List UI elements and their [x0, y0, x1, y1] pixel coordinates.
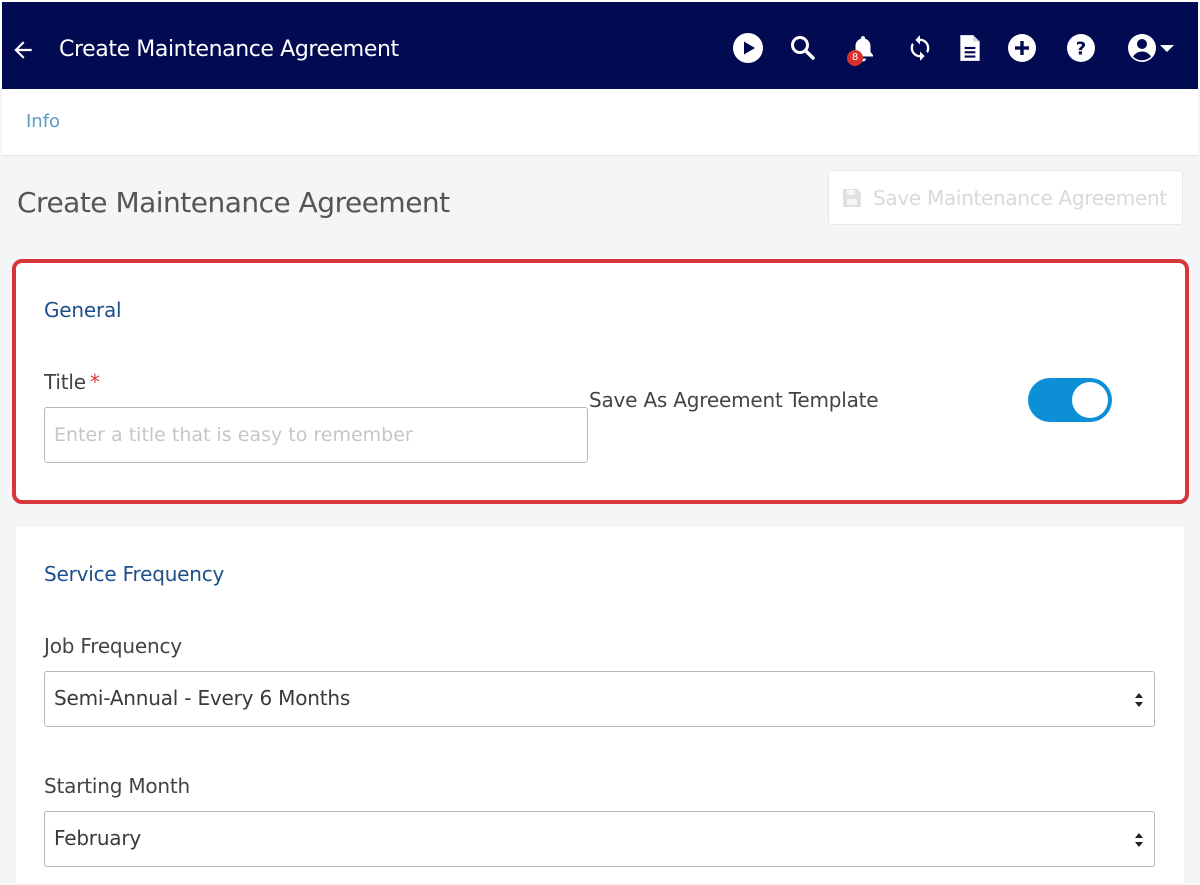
template-toggle-label: Save As Agreement Template	[589, 388, 879, 412]
save-button-label: Save Maintenance Agreement	[873, 185, 1167, 210]
service-frequency-section-title: Service Frequency	[44, 562, 225, 586]
starting-month-value: February	[54, 826, 142, 850]
document-icon[interactable]	[952, 30, 988, 66]
job-frequency-label: Job Frequency	[44, 634, 182, 658]
title-input[interactable]	[44, 407, 588, 463]
starting-month-label: Starting Month	[44, 774, 191, 798]
save-as-template-toggle[interactable]	[1028, 378, 1112, 422]
app-title: Create Maintenance Agreement	[59, 37, 399, 62]
back-arrow-icon[interactable]	[8, 35, 38, 65]
help-icon[interactable]: ?	[1063, 30, 1099, 66]
general-section-card	[12, 259, 1189, 504]
title-label-text: Title	[44, 370, 86, 394]
starting-month-select[interactable]: February	[44, 811, 1155, 867]
toggle-knob	[1072, 382, 1108, 418]
tab-bar: Info	[2, 89, 1198, 156]
title-field-label: Title *	[44, 370, 100, 394]
page-title: Create Maintenance Agreement	[17, 186, 450, 219]
notification-badge: 8	[847, 50, 863, 66]
top-nav-bar: Create Maintenance Agreement 8 ?	[0, 0, 1200, 89]
required-marker: *	[89, 370, 100, 394]
play-icon[interactable]	[730, 30, 766, 66]
sync-icon[interactable]	[902, 30, 938, 66]
save-maintenance-agreement-button[interactable]: Save Maintenance Agreement	[828, 170, 1183, 225]
caret-down-icon	[1160, 45, 1174, 52]
user-account-icon[interactable]	[1122, 30, 1180, 66]
job-frequency-value: Semi-Annual - Every 6 Months	[54, 686, 351, 710]
tab-info[interactable]: Info	[26, 111, 60, 132]
search-icon[interactable]	[785, 30, 821, 66]
select-sort-caret-icon	[1135, 693, 1143, 707]
plus-circle-icon[interactable]	[1004, 30, 1040, 66]
floppy-disk-icon	[843, 188, 861, 207]
job-frequency-select[interactable]: Semi-Annual - Every 6 Months	[44, 671, 1155, 727]
select-sort-caret-icon	[1135, 833, 1143, 847]
general-section-title: General	[44, 298, 122, 322]
svg-text:?: ?	[1076, 39, 1086, 60]
